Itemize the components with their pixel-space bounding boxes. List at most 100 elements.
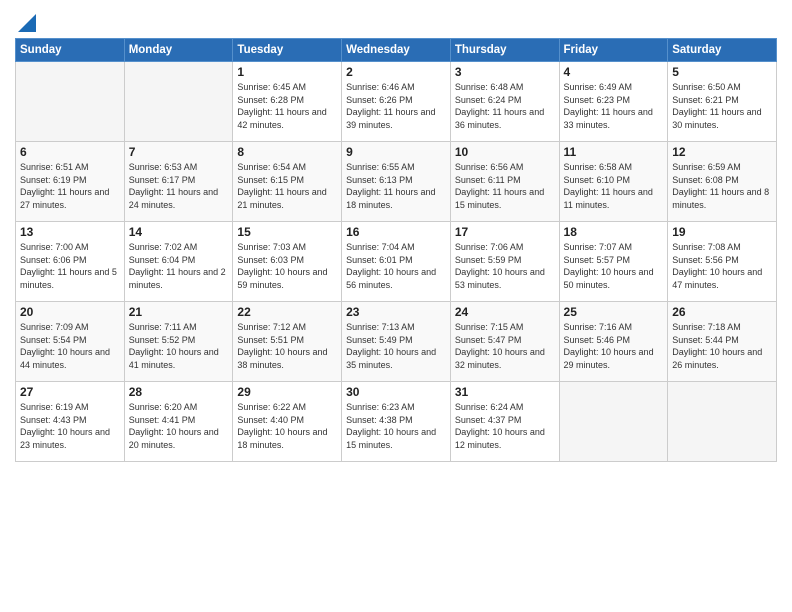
day-number: 7 <box>129 145 229 159</box>
cell-content: Sunrise: 7:12 AMSunset: 5:51 PMDaylight:… <box>237 321 337 371</box>
cell-content: Sunrise: 6:45 AMSunset: 6:28 PMDaylight:… <box>237 81 337 131</box>
logo <box>15 10 36 32</box>
day-number: 19 <box>672 225 772 239</box>
day-number: 13 <box>20 225 120 239</box>
cell-content: Sunrise: 6:54 AMSunset: 6:15 PMDaylight:… <box>237 161 337 211</box>
day-number: 12 <box>672 145 772 159</box>
calendar-week-2: 6 Sunrise: 6:51 AMSunset: 6:19 PMDaylight… <box>16 142 777 222</box>
day-number: 8 <box>237 145 337 159</box>
day-number: 29 <box>237 385 337 399</box>
calendar-week-5: 27 Sunrise: 6:19 AMSunset: 4:43 PMDayligh… <box>16 382 777 462</box>
day-number: 31 <box>455 385 555 399</box>
calendar-cell: 31Sunrise: 6:24 AMSunset: 4:37 PMDayligh… <box>450 382 559 462</box>
calendar-cell: 25Sunrise: 7:16 AMSunset: 5:46 PMDayligh… <box>559 302 668 382</box>
calendar-cell: 17Sunrise: 7:06 AMSunset: 5:59 PMDayligh… <box>450 222 559 302</box>
calendar-cell: 21Sunrise: 7:11 AMSunset: 5:52 PMDayligh… <box>124 302 233 382</box>
cell-content: Sunrise: 6:53 AMSunset: 6:17 PMDaylight:… <box>129 161 229 211</box>
cell-content: Sunrise: 6:56 AMSunset: 6:11 PMDaylight:… <box>455 161 555 211</box>
calendar-cell: 24 Sunrise: 7:15 AMSunset: 5:47 PMDayligh… <box>450 302 559 382</box>
calendar-week-3: 13Sunrise: 7:00 AMSunset: 6:06 PMDayligh… <box>16 222 777 302</box>
cell-content: Sunrise: 6:20 AMSunset: 4:41 PMDaylight:… <box>129 401 229 451</box>
day-number: 11 <box>564 145 664 159</box>
calendar-week-4: 20Sunrise: 7:09 AMSunset: 5:54 PMDayligh… <box>16 302 777 382</box>
header-day-friday: Friday <box>559 39 668 62</box>
calendar-cell: 15 Sunrise: 7:03 AMSunset: 6:03 PMDayligh… <box>233 222 342 302</box>
calendar-cell: 2Sunrise: 6:46 AMSunset: 6:26 PMDaylight… <box>342 62 451 142</box>
cell-content: Sunrise: 6:49 AMSunset: 6:23 PMDaylight:… <box>564 81 664 131</box>
cell-content: Sunrise: 6:58 AMSunset: 6:10 PMDaylight:… <box>564 161 664 211</box>
calendar-cell: 16 Sunrise: 7:04 AMSunset: 6:01 PMDayligh… <box>342 222 451 302</box>
logo-icon <box>18 10 36 32</box>
header-day-tuesday: Tuesday <box>233 39 342 62</box>
day-number: 15 <box>237 225 337 239</box>
header <box>15 10 777 32</box>
cell-content: Sunrise: 7:09 AMSunset: 5:54 PMDaylight:… <box>20 321 120 371</box>
calendar-cell: 7 Sunrise: 6:53 AMSunset: 6:17 PMDaylight… <box>124 142 233 222</box>
calendar-cell: 29 Sunrise: 6:22 AMSunset: 4:40 PMDayligh… <box>233 382 342 462</box>
day-number: 21 <box>129 305 229 319</box>
calendar-cell: 18 Sunrise: 7:07 AMSunset: 5:57 PMDayligh… <box>559 222 668 302</box>
cell-content: Sunrise: 6:19 AMSunset: 4:43 PMDaylight:… <box>20 401 120 451</box>
calendar-cell <box>668 382 777 462</box>
cell-content: Sunrise: 6:59 AMSunset: 6:08 PMDaylight:… <box>672 161 772 211</box>
cell-content: Sunrise: 6:48 AMSunset: 6:24 PMDaylight:… <box>455 81 555 131</box>
cell-content: Sunrise: 7:13 AMSunset: 5:49 PMDaylight:… <box>346 321 446 371</box>
calendar-cell: 5 Sunrise: 6:50 AMSunset: 6:21 PMDaylight… <box>668 62 777 142</box>
day-number: 27 <box>20 385 120 399</box>
day-number: 14 <box>129 225 229 239</box>
cell-content: Sunrise: 7:03 AMSunset: 6:03 PMDaylight:… <box>237 241 337 291</box>
calendar-cell: 8 Sunrise: 6:54 AMSunset: 6:15 PMDaylight… <box>233 142 342 222</box>
calendar-cell <box>124 62 233 142</box>
calendar-cell <box>16 62 125 142</box>
day-number: 30 <box>346 385 446 399</box>
day-number: 2 <box>346 65 446 79</box>
cell-content: Sunrise: 7:15 AMSunset: 5:47 PMDaylight:… <box>455 321 555 371</box>
day-number: 5 <box>672 65 772 79</box>
cell-content: Sunrise: 7:02 AMSunset: 6:04 PMDaylight:… <box>129 241 229 291</box>
calendar-cell: 19 Sunrise: 7:08 AMSunset: 5:56 PMDayligh… <box>668 222 777 302</box>
calendar-cell: 4 Sunrise: 6:49 AMSunset: 6:23 PMDaylight… <box>559 62 668 142</box>
calendar-cell: 28 Sunrise: 6:20 AMSunset: 4:41 PMDayligh… <box>124 382 233 462</box>
day-number: 4 <box>564 65 664 79</box>
day-number: 9 <box>346 145 446 159</box>
header-day-thursday: Thursday <box>450 39 559 62</box>
cell-content: Sunrise: 6:23 AMSunset: 4:38 PMDaylight:… <box>346 401 446 451</box>
header-day-sunday: Sunday <box>16 39 125 62</box>
cell-content: Sunrise: 7:04 AMSunset: 6:01 PMDaylight:… <box>346 241 446 291</box>
header-day-wednesday: Wednesday <box>342 39 451 62</box>
day-number: 24 <box>455 305 555 319</box>
calendar-cell: 6 Sunrise: 6:51 AMSunset: 6:19 PMDaylight… <box>16 142 125 222</box>
calendar-header-row: SundayMondayTuesdayWednesdayThursdayFrid… <box>16 39 777 62</box>
calendar-cell: 27 Sunrise: 6:19 AMSunset: 4:43 PMDayligh… <box>16 382 125 462</box>
calendar-week-1: 1 Sunrise: 6:45 AMSunset: 6:28 PMDaylight… <box>16 62 777 142</box>
calendar-cell: 9 Sunrise: 6:55 AMSunset: 6:13 PMDaylight… <box>342 142 451 222</box>
cell-content: Sunrise: 7:06 AMSunset: 5:59 PMDaylight:… <box>455 241 555 291</box>
day-number: 22 <box>237 305 337 319</box>
day-number: 10 <box>455 145 555 159</box>
page: SundayMondayTuesdayWednesdayThursdayFrid… <box>0 0 792 612</box>
day-number: 18 <box>564 225 664 239</box>
cell-content: Sunrise: 6:55 AMSunset: 6:13 PMDaylight:… <box>346 161 446 211</box>
cell-content: Sunrise: 7:08 AMSunset: 5:56 PMDaylight:… <box>672 241 772 291</box>
day-number: 16 <box>346 225 446 239</box>
calendar-cell: 26Sunrise: 7:18 AMSunset: 5:44 PMDayligh… <box>668 302 777 382</box>
day-number: 26 <box>672 305 772 319</box>
cell-content: Sunrise: 6:22 AMSunset: 4:40 PMDaylight:… <box>237 401 337 451</box>
calendar-cell: 11 Sunrise: 6:58 AMSunset: 6:10 PMDayligh… <box>559 142 668 222</box>
calendar-cell: 30 Sunrise: 6:23 AMSunset: 4:38 PMDayligh… <box>342 382 451 462</box>
day-number: 3 <box>455 65 555 79</box>
header-day-monday: Monday <box>124 39 233 62</box>
calendar-table: SundayMondayTuesdayWednesdayThursdayFrid… <box>15 38 777 462</box>
cell-content: Sunrise: 7:16 AMSunset: 5:46 PMDaylight:… <box>564 321 664 371</box>
calendar-cell: 14 Sunrise: 7:02 AMSunset: 6:04 PMDayligh… <box>124 222 233 302</box>
cell-content: Sunrise: 6:51 AMSunset: 6:19 PMDaylight:… <box>20 161 120 211</box>
calendar-cell: 3 Sunrise: 6:48 AMSunset: 6:24 PMDaylight… <box>450 62 559 142</box>
day-number: 6 <box>20 145 120 159</box>
cell-content: Sunrise: 6:50 AMSunset: 6:21 PMDaylight:… <box>672 81 772 131</box>
calendar-cell: 1 Sunrise: 6:45 AMSunset: 6:28 PMDaylight… <box>233 62 342 142</box>
cell-content: Sunrise: 7:07 AMSunset: 5:57 PMDaylight:… <box>564 241 664 291</box>
day-number: 28 <box>129 385 229 399</box>
calendar-cell: 23Sunrise: 7:13 AMSunset: 5:49 PMDayligh… <box>342 302 451 382</box>
day-number: 1 <box>237 65 337 79</box>
calendar-cell: 13Sunrise: 7:00 AMSunset: 6:06 PMDayligh… <box>16 222 125 302</box>
